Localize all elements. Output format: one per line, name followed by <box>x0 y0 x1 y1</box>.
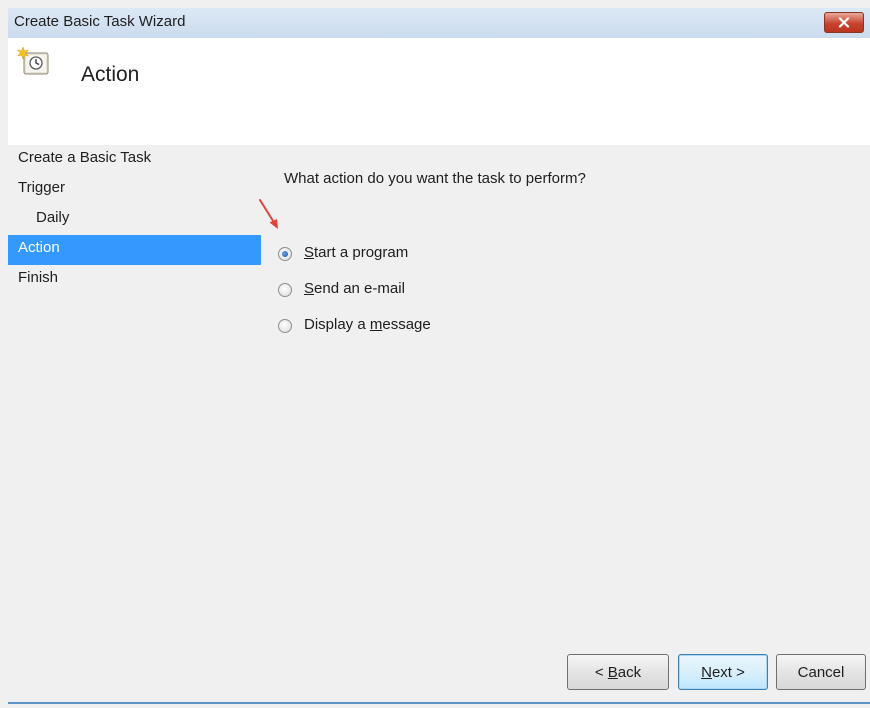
nav-item-daily[interactable]: Daily <box>8 205 261 235</box>
wizard-window: Create Basic Task Wizard Action Create a… <box>0 0 870 708</box>
option-label: Display a message <box>304 316 431 333</box>
title-bar[interactable]: Create Basic Task Wizard <box>8 8 870 38</box>
nav-item-trigger[interactable]: Trigger <box>8 175 261 205</box>
window-bottom-border <box>8 702 870 704</box>
radio-display-message[interactable] <box>278 319 292 333</box>
radio-send-email[interactable] <box>278 283 292 297</box>
wizard-steps-nav: Create a Basic Task Trigger Daily Action… <box>8 145 261 295</box>
window-title: Create Basic Task Wizard <box>14 13 186 30</box>
next-button-label: Next > <box>701 663 745 681</box>
back-button[interactable]: < Back <box>567 654 669 690</box>
option-label: Send an e-mail <box>304 280 405 297</box>
close-icon <box>838 17 850 28</box>
option-label: Start a program <box>304 244 409 261</box>
wizard-header: Action <box>8 38 870 145</box>
nav-item-finish[interactable]: Finish <box>8 265 261 295</box>
radio-selected-dot <box>282 251 288 257</box>
option-send-email[interactable]: Send an e-mail <box>278 280 431 316</box>
nav-item-label: Trigger <box>18 179 65 196</box>
task-scheduler-icon <box>17 47 49 75</box>
nav-item-label: Create a Basic Task <box>18 149 152 166</box>
nav-item-label: Finish <box>18 269 59 286</box>
nav-item-create-basic-task[interactable]: Create a Basic Task <box>8 145 261 175</box>
nav-item-label: Daily <box>36 209 70 226</box>
back-button-label: < Back <box>594 663 642 681</box>
option-start-program[interactable]: Start a program <box>278 244 431 280</box>
cancel-button-label: Cancel <box>797 663 845 681</box>
cancel-button[interactable]: Cancel <box>776 654 866 690</box>
action-options: Start a program Send an e-mail Display a… <box>278 244 431 352</box>
nav-item-action[interactable]: Action <box>8 235 261 265</box>
close-button[interactable] <box>824 12 864 33</box>
page-title: Action <box>81 63 140 86</box>
radio-start-program[interactable] <box>278 247 292 261</box>
next-button[interactable]: Next > <box>678 654 768 690</box>
option-display-message[interactable]: Display a message <box>278 316 431 352</box>
red-arrow-annotation <box>259 199 278 229</box>
nav-item-label: Action <box>18 239 60 256</box>
action-question: What action do you want the task to perf… <box>284 170 586 187</box>
